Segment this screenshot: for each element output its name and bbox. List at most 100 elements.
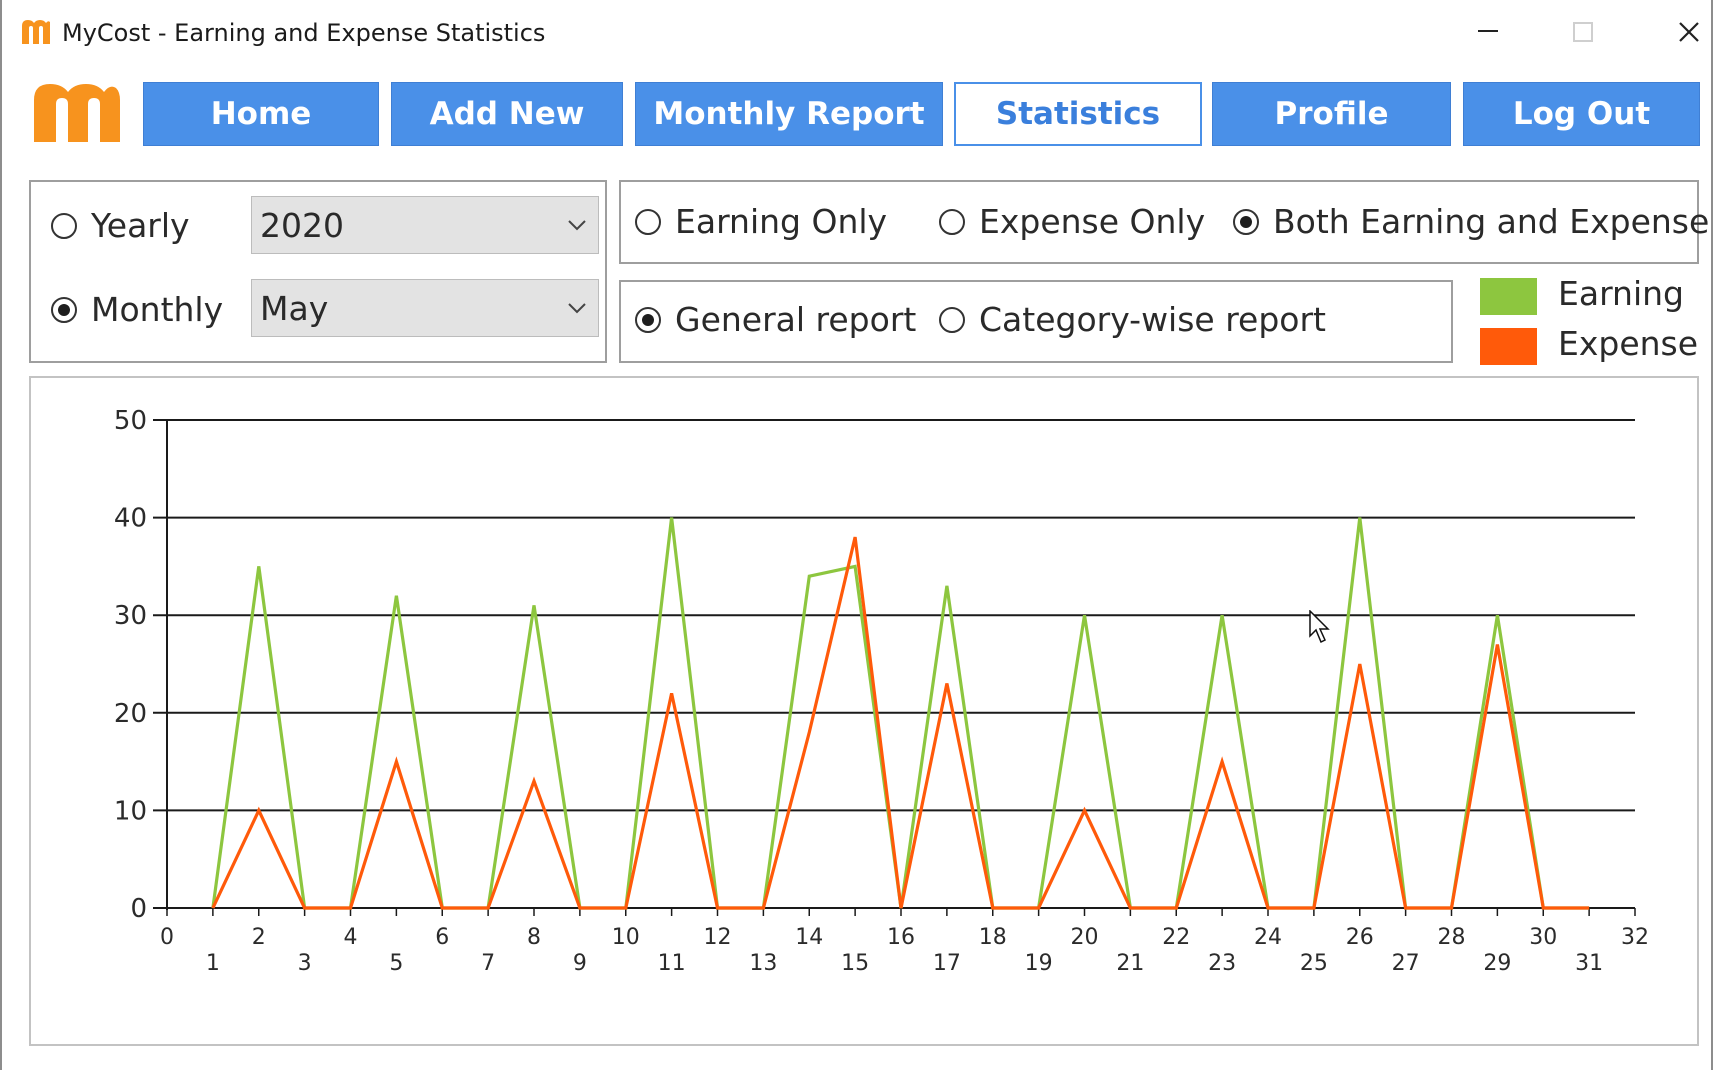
- maximize-button[interactable]: [1536, 0, 1632, 64]
- y-tick-label: 0: [130, 894, 147, 924]
- x-tick-label: 2: [252, 925, 266, 950]
- window-title: MyCost - Earning and Expense Statistics: [62, 19, 546, 47]
- both-radio[interactable]: Both Earning and Expense: [1233, 202, 1709, 242]
- data-point-expense: [211, 907, 214, 910]
- app-window: MyCost - Earning and Expense Statistics …: [0, 0, 1713, 1070]
- radio-indicator: [939, 307, 965, 333]
- data-point-expense: [487, 907, 490, 910]
- legend-earning-label: Earning: [1558, 274, 1685, 313]
- data-point-expense: [441, 907, 444, 910]
- close-icon: [1679, 22, 1699, 42]
- maximize-icon: [1573, 22, 1593, 42]
- minimize-button[interactable]: [1440, 0, 1536, 64]
- nav-home-button[interactable]: Home: [143, 82, 379, 146]
- x-tick-label: 17: [933, 951, 961, 976]
- data-point-earning: [854, 565, 857, 568]
- x-tick-label: 30: [1529, 925, 1557, 950]
- data-point-expense: [1496, 643, 1499, 646]
- x-tick-label: 18: [979, 925, 1007, 950]
- x-tick-label: 7: [481, 951, 495, 976]
- x-tick-label: 10: [612, 925, 640, 950]
- data-point-expense: [1221, 760, 1224, 763]
- y-tick-label: 40: [114, 504, 147, 534]
- x-tick-label: 5: [389, 951, 403, 976]
- data-point-earning: [1496, 614, 1499, 617]
- data-point-expense: [670, 692, 673, 695]
- data-point-expense: [762, 907, 765, 910]
- data-point-expense: [1404, 907, 1407, 910]
- app-logo-icon: [22, 20, 50, 44]
- data-point-earning: [945, 584, 948, 587]
- radio-indicator: [939, 209, 965, 235]
- nav-statistics-button[interactable]: Statistics: [954, 82, 1202, 146]
- radio-indicator: [51, 213, 77, 239]
- x-tick-label: 3: [298, 951, 312, 976]
- x-tick-label: 16: [887, 925, 915, 950]
- data-point-expense: [854, 536, 857, 539]
- data-type-group: Earning Only Expense Only Both Earning a…: [619, 180, 1709, 264]
- x-tick-label: 4: [344, 925, 358, 950]
- x-tick-label: 8: [527, 925, 541, 950]
- nav-profile-button[interactable]: Profile: [1212, 82, 1451, 146]
- period-group: Yearly 2020 Monthly May: [29, 180, 607, 363]
- data-point-expense: [1358, 663, 1361, 666]
- x-tick-label: 24: [1254, 925, 1282, 950]
- year-select[interactable]: 2020: [251, 196, 599, 254]
- legend-earning-swatch: [1480, 278, 1537, 315]
- data-point-expense: [991, 907, 994, 910]
- radio-indicator: [635, 209, 661, 235]
- nav-add-new-button[interactable]: Add New: [391, 82, 623, 146]
- data-point-expense: [257, 809, 260, 812]
- data-point-expense: [624, 907, 627, 910]
- month-value: May: [260, 288, 329, 328]
- data-point-expense: [1312, 907, 1315, 910]
- data-point-earning: [1221, 614, 1224, 617]
- report-type-group: General report Category-wise report: [619, 280, 1453, 363]
- monthly-radio[interactable]: Monthly: [51, 290, 223, 330]
- y-tick-label: 30: [114, 601, 147, 631]
- data-point-earning: [533, 604, 536, 607]
- yearly-radio[interactable]: Yearly: [51, 206, 190, 246]
- x-tick-label: 12: [704, 925, 732, 950]
- data-point-earning: [670, 516, 673, 519]
- nav-log-out-button[interactable]: Log Out: [1463, 82, 1700, 146]
- x-tick-label: 29: [1483, 951, 1511, 976]
- nav-monthly-report-button[interactable]: Monthly Report: [635, 82, 943, 146]
- expense-only-label: Expense Only: [979, 202, 1206, 241]
- data-point-expense: [578, 907, 581, 910]
- data-point-expense: [395, 760, 398, 763]
- expense-only-radio[interactable]: Expense Only: [939, 202, 1205, 242]
- data-point-expense: [945, 682, 948, 685]
- data-point-expense: [1037, 907, 1040, 910]
- earning-only-label: Earning Only: [675, 202, 888, 241]
- category-report-radio[interactable]: Category-wise report: [939, 300, 1326, 340]
- data-point-expense: [900, 907, 903, 910]
- general-report-radio[interactable]: General report: [635, 300, 916, 340]
- data-point-expense: [1083, 809, 1086, 812]
- y-tick-label: 10: [114, 796, 147, 826]
- x-tick-label: 20: [1071, 925, 1099, 950]
- x-tick-label: 19: [1025, 951, 1053, 976]
- data-point-expense: [1175, 907, 1178, 910]
- x-tick-label: 9: [573, 951, 587, 976]
- data-point-expense: [303, 907, 306, 910]
- x-tick-label: 26: [1346, 925, 1374, 950]
- month-select[interactable]: May: [251, 279, 599, 337]
- x-tick-label: 15: [841, 951, 869, 976]
- legend-expense-swatch: [1480, 328, 1537, 365]
- category-report-label: Category-wise report: [979, 300, 1326, 339]
- data-point-expense: [1542, 907, 1545, 910]
- earning-only-radio[interactable]: Earning Only: [635, 202, 887, 242]
- x-tick-label: 14: [795, 925, 823, 950]
- data-point-expense: [1267, 907, 1270, 910]
- x-tick-label: 0: [160, 925, 174, 950]
- radio-indicator: [635, 307, 661, 333]
- x-tick-label: 23: [1208, 951, 1236, 976]
- close-button[interactable]: [1632, 0, 1713, 64]
- x-tick-label: 27: [1392, 951, 1420, 976]
- y-tick-label: 20: [114, 699, 147, 729]
- x-tick-label: 11: [658, 951, 686, 976]
- x-tick-label: 32: [1621, 925, 1649, 950]
- data-point-expense: [808, 731, 811, 734]
- title-bar: MyCost - Earning and Expense Statistics: [2, 0, 1711, 64]
